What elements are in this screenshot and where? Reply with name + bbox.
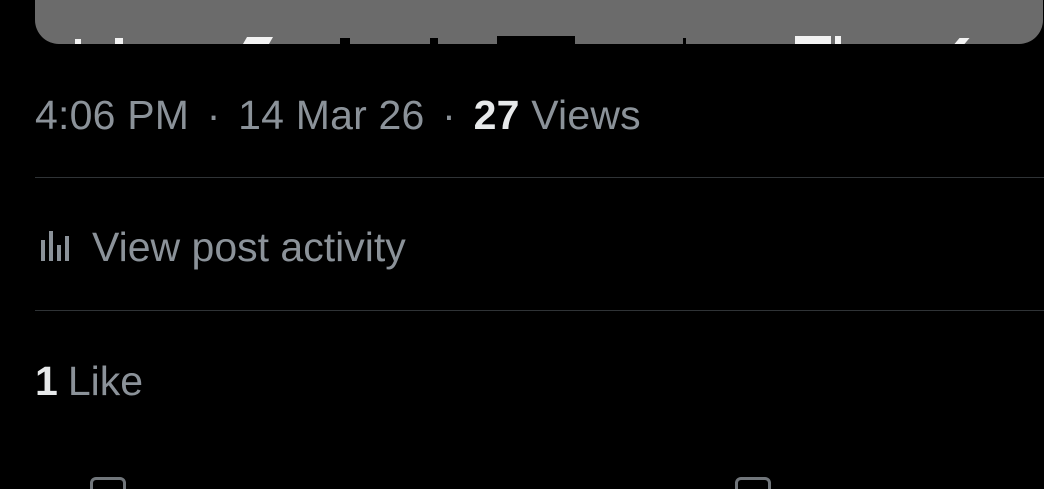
views-label: Views bbox=[531, 92, 641, 138]
post-media-card[interactable] bbox=[35, 0, 1043, 44]
likes-count: 1 bbox=[35, 358, 58, 404]
separator-dot: · bbox=[206, 92, 221, 138]
post-timestamp-and-views: 4:06 PM · 14 Mar 26 · 27 Views bbox=[35, 88, 641, 142]
view-post-activity-button[interactable]: View post activity bbox=[35, 218, 406, 276]
separator-dot: · bbox=[442, 92, 456, 138]
views-count: 27 bbox=[473, 92, 520, 138]
reply-icon[interactable] bbox=[90, 477, 126, 489]
post-action-bar-partial bbox=[0, 477, 1044, 489]
divider bbox=[35, 177, 1044, 178]
post-date[interactable]: 14 Mar 26 bbox=[238, 92, 424, 138]
post-detail-page: 4:06 PM · 14 Mar 26 · 27 Views View post… bbox=[0, 0, 1044, 489]
post-time[interactable]: 4:06 PM bbox=[35, 92, 189, 138]
likes-label: Like bbox=[67, 358, 144, 404]
likes-link[interactable]: 1 Like bbox=[35, 354, 143, 408]
analytics-bar-chart-icon bbox=[41, 231, 69, 261]
divider bbox=[35, 310, 1044, 311]
bookmark-icon[interactable] bbox=[735, 477, 771, 489]
view-post-activity-label: View post activity bbox=[92, 224, 406, 270]
media-image-bottom-edge bbox=[35, 36, 1043, 44]
